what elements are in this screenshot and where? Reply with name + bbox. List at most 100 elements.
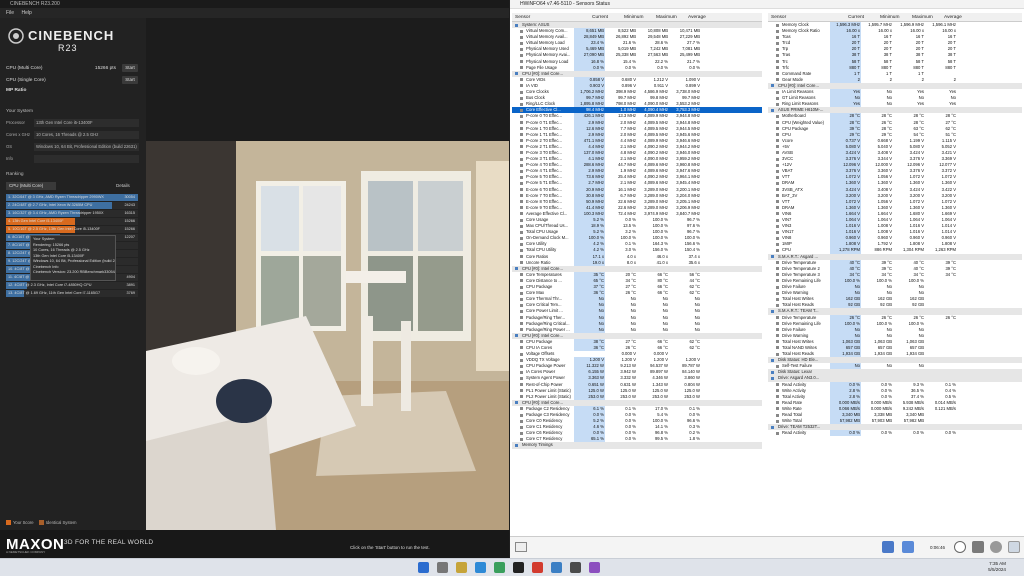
value-minimum: 0.0 % (881, 430, 892, 436)
header-maximum[interactable]: Maximum (912, 13, 933, 22)
ranking-label: 5. 10C/16T @ 2.5 GHz, 13th Gen Intel Cor… (8, 227, 101, 231)
legend-label: Your Score (13, 520, 34, 525)
ranking-row[interactable]: 5. 10C/16T @ 2.5 GHz, 13th Gen Intel Cor… (6, 226, 138, 233)
header-sensor[interactable]: Sensor (771, 13, 786, 22)
sensor-group-header[interactable]: Memory Timings (512, 442, 762, 449)
sensor-icon (520, 437, 523, 441)
report-icon[interactable] (972, 541, 984, 553)
sensor-icon (520, 261, 523, 265)
sensor-icon (520, 389, 523, 393)
sensor-icon (520, 194, 523, 198)
ranking-row[interactable]: 4. 13th Gen Intel Core i5-13400F 15266 (6, 218, 138, 225)
sensor-row[interactable]: Read Activity 0.0 % 0.0 % 0.0 % 0.0 % (768, 430, 1022, 437)
sensor-icon (520, 297, 523, 301)
cinebench-menu-bar: File Help (0, 8, 509, 18)
sensor-icon (776, 383, 779, 387)
ranking-score: 24243 (124, 203, 135, 207)
hwinfo-taskbar-icon[interactable] (551, 562, 562, 573)
nav-arrows-icon[interactable] (515, 542, 527, 552)
ranking-label: 12. 4C/8T @ 2.3 GHz, Intel Core i7-4850H… (8, 283, 92, 287)
cinebench-taskbar-icon[interactable] (513, 562, 524, 573)
sensor-icon (776, 401, 779, 405)
system-label: Info (6, 156, 13, 161)
sensor-icon (520, 114, 523, 118)
sensor-icon (520, 407, 523, 411)
settings-icon[interactable] (990, 541, 1002, 553)
sensor-icon (520, 352, 523, 356)
header-average[interactable]: Average (688, 13, 706, 22)
start-icon[interactable] (418, 562, 429, 573)
close-icon[interactable] (1008, 541, 1020, 553)
sensor-icon (776, 145, 779, 149)
sensor-icon (776, 407, 779, 411)
test-label: MP Ratio (6, 88, 27, 93)
header-current[interactable]: Current (592, 13, 608, 22)
sensor-icon (776, 127, 779, 131)
sensor-icon (520, 291, 523, 295)
rendered-room-image (146, 141, 509, 530)
ranking-row[interactable]: 2. 24C/48T @ 2.7 GHz, Intel Xeon W-3265M… (6, 202, 138, 209)
sensor-icon (520, 206, 523, 210)
ranking-heading: Ranking (6, 172, 24, 177)
store-icon[interactable] (494, 562, 505, 573)
sensor-icon (520, 53, 523, 57)
ranking-row[interactable]: 3. 16C/32T @ 3.4 GHz, AMD Ryzen Threadri… (6, 210, 138, 217)
sensor-icon (520, 29, 523, 33)
sensor-icon (520, 328, 523, 332)
ranking-row[interactable]: 12. 4C/8T @ 2.3 GHz, Intel Core i7-4850H… (6, 282, 138, 289)
test-score: 15266 pts (94, 66, 116, 71)
sensor-icon (520, 303, 523, 307)
ranking-row[interactable]: 13. 4C/8T @ 1.69 GHz, 11th Gen Intel Cor… (6, 290, 138, 297)
ranking-score: 30054 (124, 195, 135, 199)
sensor-icon (776, 242, 779, 246)
sensor-icon (520, 102, 523, 106)
network-icon[interactable] (882, 541, 894, 553)
ranking-score: 16315 (124, 211, 135, 215)
app-icon[interactable] (532, 562, 543, 573)
sensor-icon (520, 163, 523, 167)
sensor-icon (776, 248, 779, 252)
system-row: OS Windows 10, 64 Bit, Professional Editi… (6, 142, 140, 152)
sensor-icon (520, 224, 523, 228)
sensor-icon (520, 242, 523, 246)
header-sensor[interactable]: Sensor (515, 13, 530, 22)
ranking-tooltip: Your System Rendering: 15266 pts 10 Cores,… (30, 235, 116, 281)
clock-icon[interactable] (954, 541, 966, 553)
sensor-icon (776, 236, 779, 240)
browser-icon[interactable] (475, 562, 486, 573)
maxon-subtitle: A NEMETSCHEK COMPANY (6, 550, 46, 554)
sensor-icon (776, 413, 779, 417)
pc-icon[interactable] (902, 541, 914, 553)
search-icon[interactable] (437, 562, 448, 573)
system-value: 13th Gen Intel Core i5-13400F (34, 119, 139, 127)
sensor-icon (776, 303, 779, 307)
header-average[interactable]: Average (944, 13, 962, 22)
system-row: Processor 13th Gen Intel Core i5-13400F (6, 118, 140, 128)
sensor-icon (776, 139, 779, 143)
identical-system-swatch (38, 520, 44, 526)
sensor-icon (520, 255, 523, 259)
sensor-icon (776, 279, 779, 283)
sensor-icon (520, 66, 523, 70)
ranking-select[interactable]: CPU (Multi Core) (6, 182, 56, 190)
sensor-icon (520, 121, 523, 124)
start-single-button[interactable]: Start (122, 76, 138, 84)
ranking-row[interactable]: 1. 32C/64T @ 3 GHz, AMD Ryzen Threadripp… (6, 194, 138, 201)
app2-icon[interactable] (589, 562, 600, 573)
header-current[interactable]: Current (848, 13, 864, 22)
header-minimum[interactable]: Minimum (880, 13, 899, 22)
sensor-icon (776, 114, 779, 118)
file-explorer-icon[interactable] (456, 562, 467, 573)
header-maximum[interactable]: Maximum (656, 13, 677, 22)
cinebench-logo-icon (8, 28, 24, 44)
details-dropdown[interactable]: Details (116, 182, 130, 190)
sensor-icon (776, 340, 779, 344)
start-multi-button[interactable]: Start (122, 64, 138, 72)
menu-file[interactable]: File (6, 10, 14, 16)
sensor-icon (520, 279, 523, 283)
sensor-icon (776, 47, 779, 51)
header-minimum[interactable]: Minimum (624, 13, 643, 22)
system-clock[interactable]: 7:35 AM 5/5/2024 (988, 561, 1006, 573)
menu-help[interactable]: Help (21, 10, 31, 16)
terminal-icon[interactable] (570, 562, 581, 573)
